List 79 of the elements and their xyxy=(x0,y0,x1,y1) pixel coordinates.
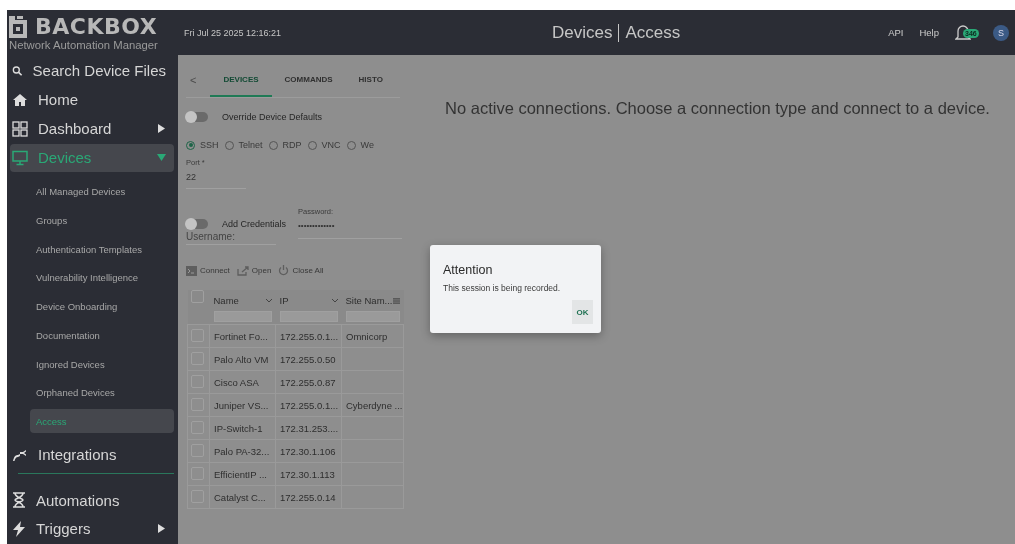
caret-down-icon xyxy=(157,153,166,163)
username-field[interactable]: Username: xyxy=(186,229,276,245)
port-field[interactable]: 22 xyxy=(186,167,246,189)
toggle-label: Override Device Defaults xyxy=(222,112,323,122)
logo-text: BACKBOX xyxy=(35,14,158,39)
column-header[interactable]: Name xyxy=(213,295,239,306)
sidebar-subitem[interactable]: Device Onboarding xyxy=(10,294,174,319)
toolbar-button[interactable]: Open xyxy=(236,265,272,276)
table-cell: Juniper VS... xyxy=(214,399,269,411)
table-cell: 172.255.0.1... xyxy=(280,330,339,342)
open-external-icon xyxy=(236,265,249,276)
terminal-icon xyxy=(186,265,197,276)
sidebar-item[interactable]: Triggers xyxy=(10,515,174,543)
table-cell: 172.30.1.106 xyxy=(280,445,336,457)
table-cell: IP-Switch-1 xyxy=(214,422,263,434)
radio-label: Telnet xyxy=(238,140,263,150)
sidebar-subitem[interactable]: Groups xyxy=(10,208,174,233)
monitor-icon xyxy=(12,149,28,166)
chevron-down-icon[interactable] xyxy=(331,298,338,303)
table-cell: 172.31.253.... xyxy=(280,422,339,434)
toggle-switch[interactable] xyxy=(186,219,208,229)
power-icon xyxy=(278,265,290,276)
sidebar-subitem[interactable]: Access xyxy=(30,409,174,434)
hourglass-icon xyxy=(12,492,26,508)
table-cell: Palo Alto VM xyxy=(214,353,269,365)
sidebar-subitem[interactable]: Authentication Templates xyxy=(10,237,174,262)
table-cell: 172.255.0.87 xyxy=(280,376,336,388)
table-cell: Cyberdyne ... xyxy=(346,399,403,411)
header-link[interactable]: API xyxy=(888,27,904,38)
toolbar-button[interactable]: Connect xyxy=(186,265,230,276)
dialog-title: Attention xyxy=(443,263,494,277)
table-cell: Palo PA-32... xyxy=(214,445,270,457)
sidebar-item[interactable]: Search Device Files xyxy=(10,57,174,85)
toggle-switch[interactable] xyxy=(186,112,208,122)
product-name: Network Automation Manager xyxy=(9,38,159,51)
toggle-label: Add Credentials xyxy=(222,219,287,229)
lightning-icon xyxy=(12,521,26,537)
radio-label: SSH xyxy=(200,140,219,150)
table-cell: 172.255.0.50 xyxy=(280,353,336,365)
chevron-down-icon[interactable] xyxy=(265,298,272,303)
password-field[interactable]: ••••••••••••• xyxy=(298,216,403,239)
caret-right-icon xyxy=(157,124,166,134)
radio-label: We xyxy=(360,140,374,150)
toolbar-button[interactable]: Close All xyxy=(278,265,324,276)
table-cell: Fortinet Fo... xyxy=(214,330,268,342)
table-cell: EfficientIP ... xyxy=(214,468,267,480)
empty-message: No active connections. Choose a connection type and connect to a device. xyxy=(445,98,990,119)
tab[interactable]: COMMANDS xyxy=(271,63,346,97)
page-title: Devices xyxy=(551,22,613,43)
sidebar-subitem[interactable]: Documentation xyxy=(10,323,174,348)
tab[interactable]: DEVICES xyxy=(210,63,272,97)
sidebar-item[interactable]: Integrations xyxy=(10,440,174,469)
column-header[interactable]: IP xyxy=(279,295,289,306)
caret-right-icon xyxy=(157,524,166,534)
date-time: Fri Jul 25 2025 12:16:21 xyxy=(183,27,283,38)
sidebar-item[interactable]: Dashboard xyxy=(10,114,174,143)
sidebar-subitem[interactable]: Ignored Devices xyxy=(10,352,174,376)
sidebar-subitem[interactable]: All Managed Devices xyxy=(10,179,174,204)
table-cell: Cisco ASA xyxy=(214,376,259,388)
sidebar-subitem[interactable]: Vulnerability Intelligence xyxy=(10,265,174,290)
home-icon xyxy=(12,91,28,108)
user-avatar[interactable]: S xyxy=(993,24,1009,41)
header-link[interactable]: Help xyxy=(919,27,939,38)
grid-icon xyxy=(12,120,28,137)
page-subtitle: Access xyxy=(625,22,681,43)
table-cell: Omnicorp xyxy=(346,330,388,342)
radio-label: RDP xyxy=(282,140,302,150)
sidebar-subitem[interactable]: Orphaned Devices xyxy=(10,380,174,405)
table-cell: Catalyst C... xyxy=(214,491,266,503)
table-cell: 172.255.0.1... xyxy=(280,399,339,411)
dialog-message: This session is being recorded. xyxy=(443,283,562,293)
sidebar-item[interactable]: Automations xyxy=(10,486,174,514)
tab[interactable]: HISTO xyxy=(345,63,383,97)
radio-label: VNC xyxy=(321,140,341,150)
table-cell: 172.255.0.14 xyxy=(280,491,336,503)
sidebar-item[interactable]: Home xyxy=(10,85,174,114)
menu-icon[interactable] xyxy=(392,296,400,305)
ok-button[interactable]: OK xyxy=(572,300,593,324)
table-cell: 172.30.1.113 xyxy=(280,468,335,480)
